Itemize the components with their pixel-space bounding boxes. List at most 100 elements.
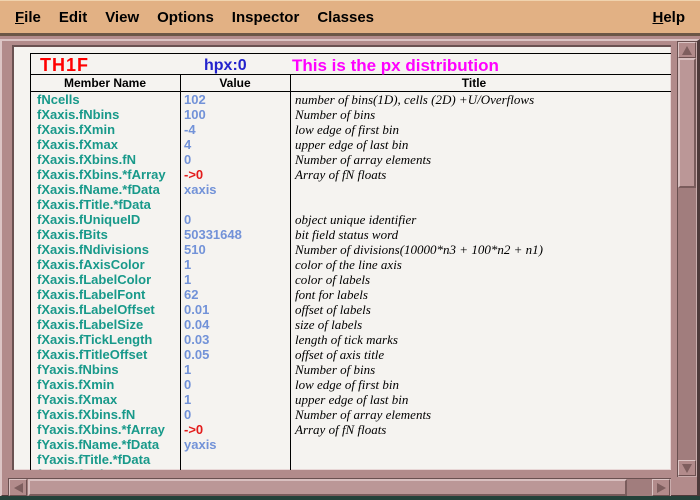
vertical-scrollbar[interactable] <box>677 41 697 477</box>
member-name-cell: fXaxis.fXbins.fN <box>37 152 136 167</box>
column-header-value: Value <box>180 77 290 90</box>
table-row[interactable]: fNcells 102 number of bins(1D), cells (2… <box>30 92 671 107</box>
menu-item-classes[interactable]: Classes <box>317 9 374 26</box>
title-cell: Number of divisions(10000*n3 + 100*n2 + … <box>295 242 543 257</box>
table-row[interactable]: fXaxis.fTitle.*fData <box>30 197 671 212</box>
scroll-right-button[interactable] <box>652 479 670 496</box>
member-name-cell: fXaxis.fAxisColor <box>37 257 145 272</box>
member-list-panel: TH1F hpx:0 This is the px distribution M… <box>12 45 671 470</box>
title-cell: low edge of first bin <box>295 377 399 392</box>
title-cell: color of the line axis <box>295 257 402 272</box>
table-row[interactable]: fYaxis.fUniqueID 0 object unique identif… <box>30 467 671 470</box>
object-title: This is the px distribution <box>292 56 499 76</box>
title-cell: low edge of first bin <box>295 122 399 137</box>
value-cell: 0 <box>184 407 191 422</box>
arrow-up-icon <box>682 46 692 55</box>
member-name-cell: fXaxis.fUniqueID <box>37 212 140 227</box>
arrow-left-icon <box>14 483 23 493</box>
menu-item-view[interactable]: View <box>105 9 139 26</box>
value-cell: ->0 <box>184 167 203 182</box>
member-name-cell: fXaxis.fTitle.*fData <box>37 197 151 212</box>
value-cell: 0.03 <box>184 332 209 347</box>
title-cell: Array of fN floats <box>295 422 386 437</box>
member-name-cell: fXaxis.fNbins <box>37 107 119 122</box>
menu-item-help[interactable]: Help <box>652 9 685 26</box>
table-row[interactable]: fXaxis.fBits 50331648 bit field status w… <box>30 227 671 242</box>
member-name-cell: fXaxis.fLabelSize <box>37 317 143 332</box>
table-row[interactable]: fXaxis.fNbins 100 Number of bins <box>30 107 671 122</box>
title-cell: Number of array elements <box>295 407 431 422</box>
value-cell: 102 <box>184 92 206 107</box>
table-row[interactable]: fYaxis.fXbins.*fArray ->0 Array of fN fl… <box>30 422 671 437</box>
menu-item-options[interactable]: Options <box>157 9 214 26</box>
member-name-cell: fYaxis.fXbins.fN <box>37 407 135 422</box>
title-cell: length of tick marks <box>295 332 398 347</box>
title-cell: offset of axis title <box>295 347 384 362</box>
horizontal-scrollbar-thumb[interactable] <box>28 479 627 496</box>
title-cell: bit field status word <box>295 227 398 242</box>
table-row[interactable]: fYaxis.fXbins.fN 0 Number of array eleme… <box>30 407 671 422</box>
table-row[interactable]: fXaxis.fXbins.*fArray ->0 Array of fN fl… <box>30 167 671 182</box>
value-cell: 0 <box>184 152 191 167</box>
value-cell: 1 <box>184 362 191 377</box>
table-row[interactable]: fXaxis.fXmax 4 upper edge of last bin <box>30 137 671 152</box>
table-row[interactable]: fXaxis.fLabelOffset 0.01 offset of label… <box>30 302 671 317</box>
inspector-window: File Edit View Options Inspector Classes… <box>0 0 700 500</box>
member-rows: fNcells 102 number of bins(1D), cells (2… <box>30 92 671 470</box>
member-name-cell: fYaxis.fUniqueID <box>37 467 140 470</box>
menu-item-edit[interactable]: Edit <box>59 9 87 26</box>
arrow-down-icon <box>682 464 692 473</box>
table-row[interactable]: fYaxis.fNbins 1 Number of bins <box>30 362 671 377</box>
scroll-down-button[interactable] <box>678 460 696 476</box>
member-name-cell: fYaxis.fName.*fData <box>37 437 159 452</box>
menu-item-file[interactable]: File <box>15 9 41 26</box>
table-row[interactable]: fXaxis.fTickLength 0.03 length of tick m… <box>30 332 671 347</box>
value-cell: 1 <box>184 392 191 407</box>
title-cell: number of bins(1D), cells (2D) +U/Overfl… <box>295 92 534 107</box>
value-cell: 1 <box>184 257 191 272</box>
value-cell: 1 <box>184 272 191 287</box>
menu-item-inspector[interactable]: Inspector <box>232 9 300 26</box>
value-cell: -4 <box>184 122 196 137</box>
member-name-cell: fXaxis.fXmax <box>37 137 118 152</box>
scroll-up-button[interactable] <box>678 42 696 58</box>
scroll-left-button[interactable] <box>9 479 27 496</box>
member-name-cell: fXaxis.fLabelOffset <box>37 302 155 317</box>
table-row[interactable]: fYaxis.fXmin 0 low edge of first bin <box>30 377 671 392</box>
table-row[interactable]: fXaxis.fXbins.fN 0 Number of array eleme… <box>30 152 671 167</box>
member-name-cell: fXaxis.fNdivisions <box>37 242 149 257</box>
menu-bar: File Edit View Options Inspector Classes… <box>0 0 700 36</box>
value-cell: xaxis <box>184 182 217 197</box>
member-name-cell: fXaxis.fLabelColor <box>37 272 151 287</box>
table-row[interactable]: fXaxis.fTitleOffset 0.05 offset of axis … <box>30 347 671 362</box>
value-cell: 100 <box>184 107 206 122</box>
table-row[interactable]: fYaxis.fName.*fData yaxis <box>30 437 671 452</box>
member-name-cell: fYaxis.fTitle.*fData <box>37 452 150 467</box>
object-name: hpx:0 <box>204 57 247 75</box>
table-row[interactable]: fXaxis.fLabelFont 62 font for labels <box>30 287 671 302</box>
column-header-title: Title <box>290 77 658 90</box>
member-name-cell: fXaxis.fBits <box>37 227 108 242</box>
title-cell: Array of fN floats <box>295 167 386 182</box>
horizontal-scrollbar[interactable] <box>8 478 671 497</box>
vertical-scrollbar-thumb[interactable] <box>678 58 696 188</box>
table-row[interactable]: fXaxis.fName.*fData xaxis <box>30 182 671 197</box>
table-row[interactable]: fXaxis.fLabelColor 1 color of labels <box>30 272 671 287</box>
table-row[interactable]: fYaxis.fTitle.*fData <box>30 452 671 467</box>
value-cell: 0.01 <box>184 302 209 317</box>
value-cell: yaxis <box>184 437 217 452</box>
table-row[interactable]: fXaxis.fAxisColor 1 color of the line ax… <box>30 257 671 272</box>
value-cell: 62 <box>184 287 198 302</box>
table-row[interactable]: fYaxis.fXmax 1 upper edge of last bin <box>30 392 671 407</box>
arrow-right-icon <box>657 483 666 493</box>
title-cell: color of labels <box>295 272 370 287</box>
column-header-member: Member Name <box>30 77 180 90</box>
table-top-border <box>30 53 671 54</box>
table-row[interactable]: fXaxis.fLabelSize 0.04 size of labels <box>30 317 671 332</box>
value-cell: ->0 <box>184 422 203 437</box>
title-cell: Number of array elements <box>295 152 431 167</box>
table-row[interactable]: fXaxis.fXmin -4 low edge of first bin <box>30 122 671 137</box>
table-row[interactable]: fXaxis.fUniqueID 0 object unique identif… <box>30 212 671 227</box>
title-cell: object unique identifier <box>295 467 416 470</box>
table-row[interactable]: fXaxis.fNdivisions 510 Number of divisio… <box>30 242 671 257</box>
